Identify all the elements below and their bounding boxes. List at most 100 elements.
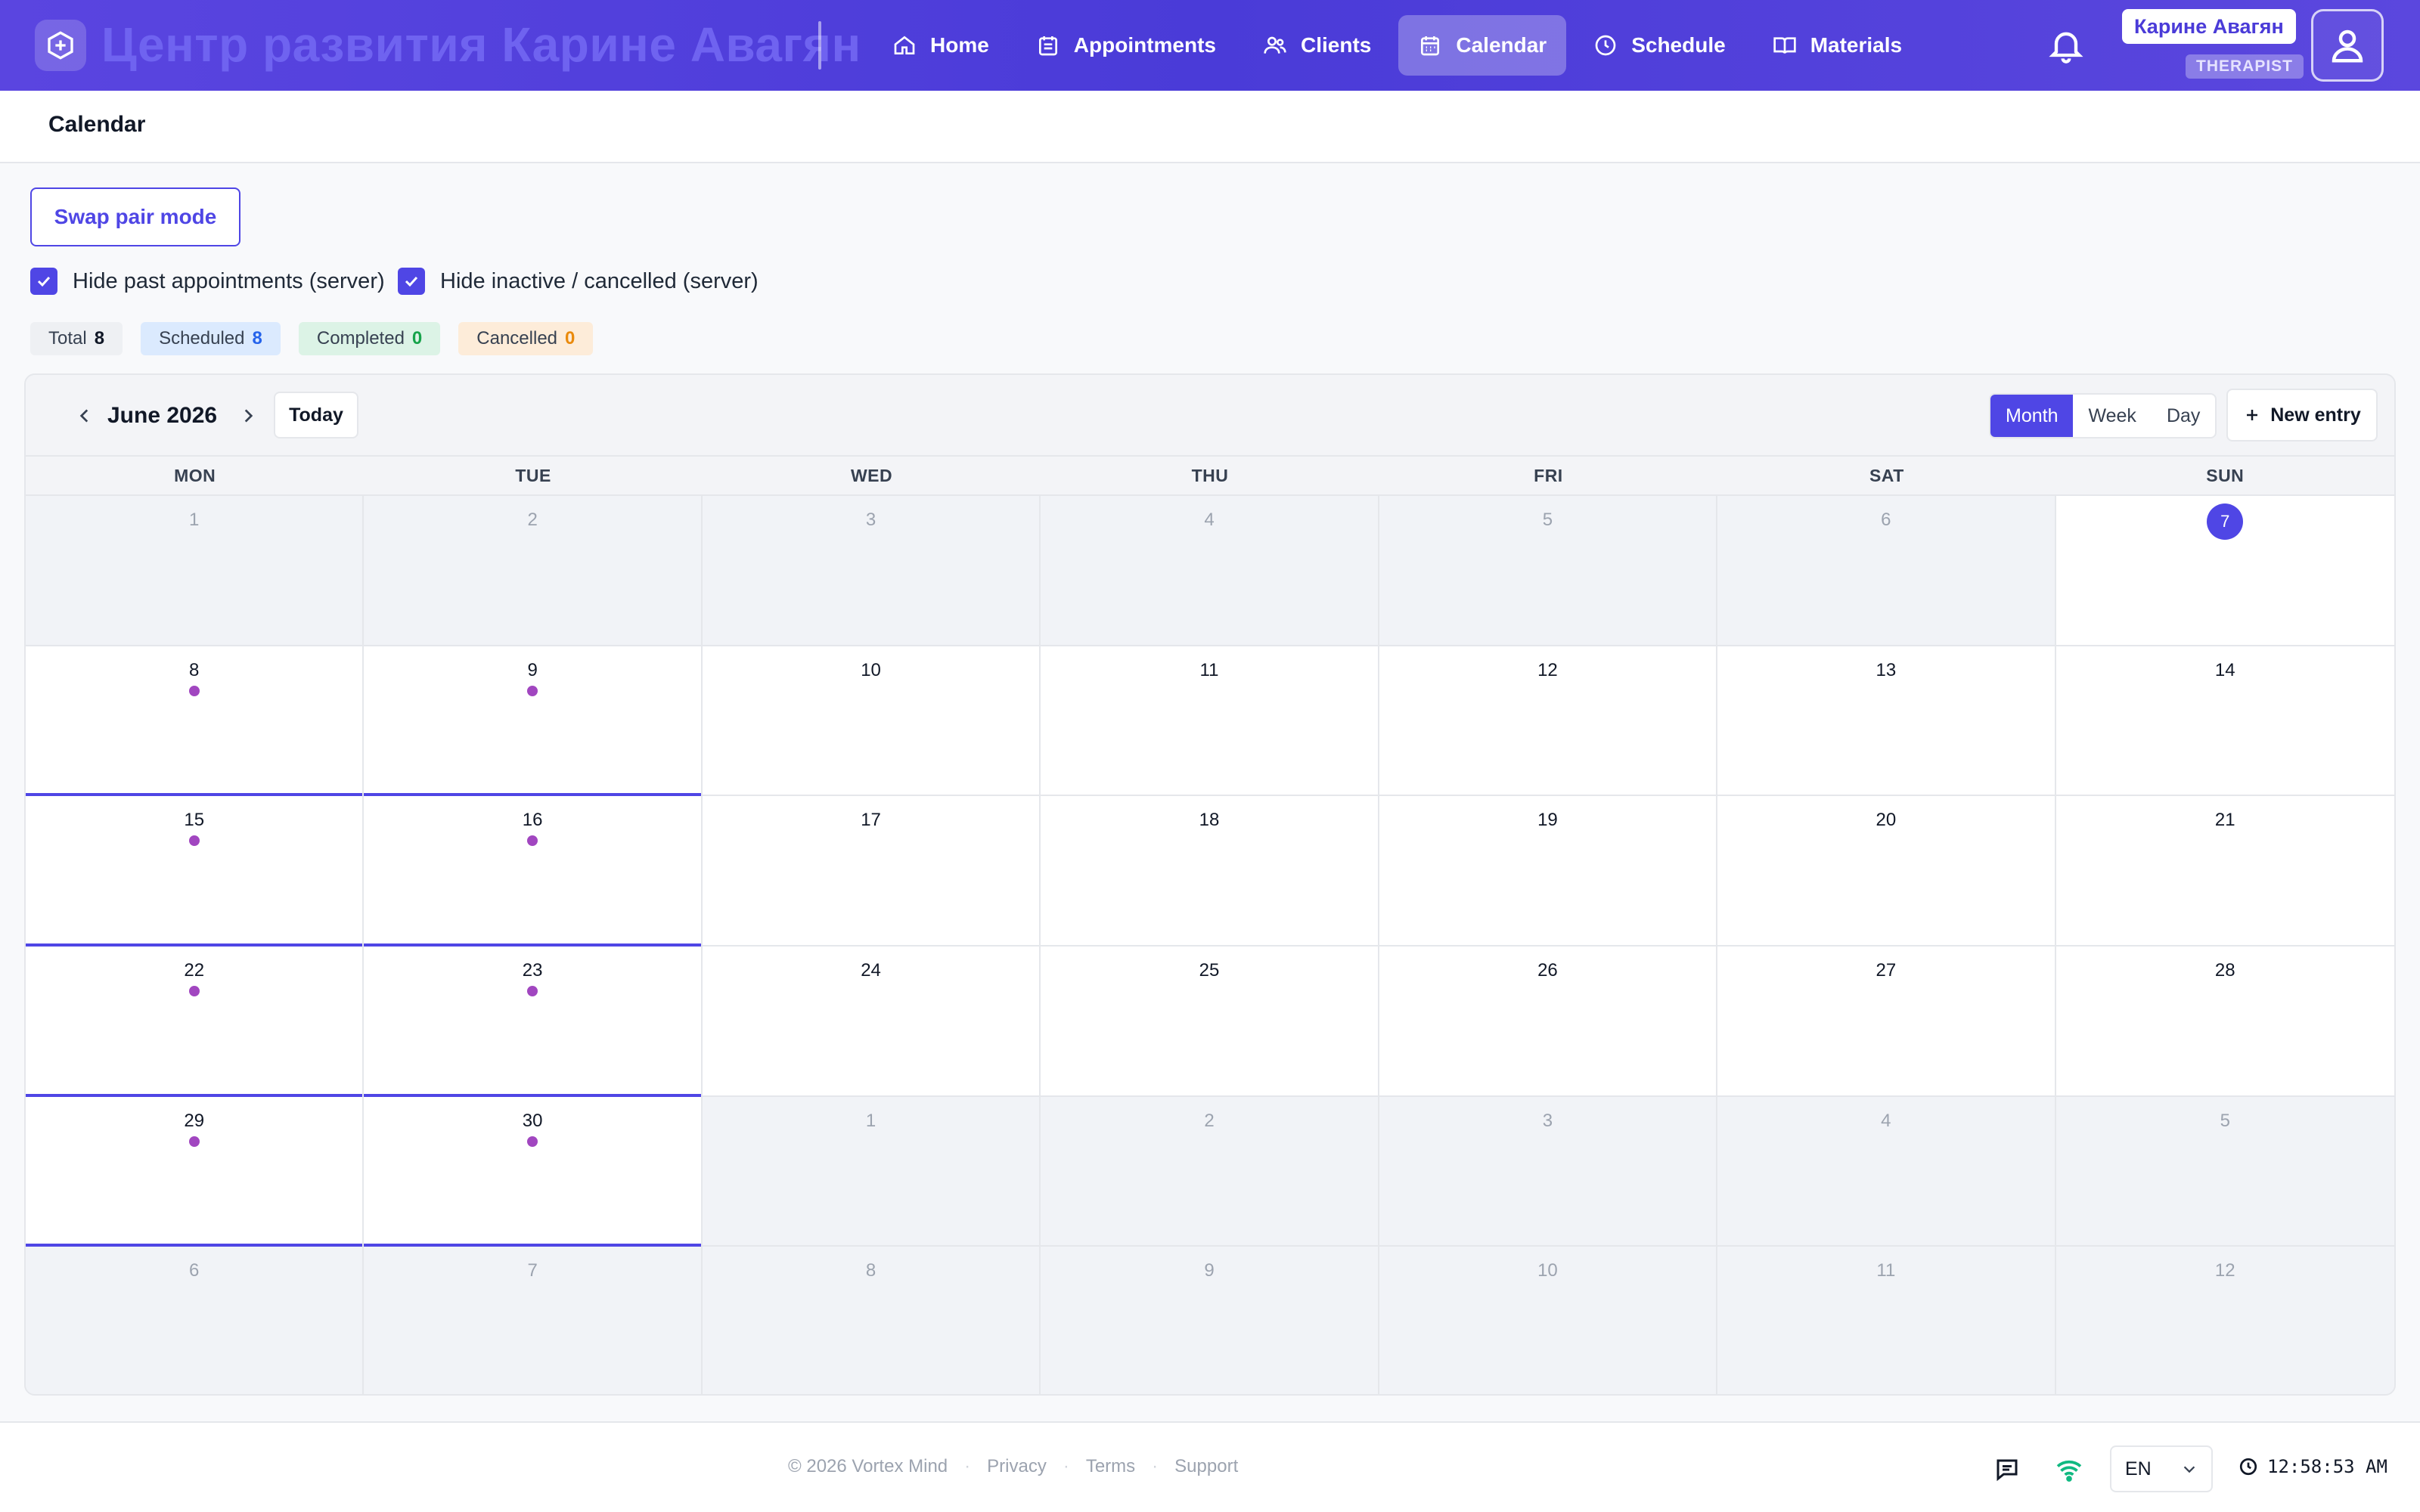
- footer-link-privacy[interactable]: Privacy: [987, 1456, 1047, 1477]
- day-number: 2: [1204, 1110, 1215, 1131]
- user-name-badge[interactable]: Карине Авагян: [2122, 9, 2296, 44]
- appointment-dot[interactable]: [527, 835, 538, 847]
- day-cell[interactable]: 19: [1379, 796, 1718, 947]
- day-cell[interactable]: 17: [702, 796, 1041, 947]
- day-number: 5: [1542, 510, 1553, 530]
- swap-pair-mode-button[interactable]: Swap pair mode: [30, 187, 240, 246]
- day-cell[interactable]: 6: [26, 1247, 365, 1394]
- check-icon: [37, 276, 51, 287]
- hide-past-checkbox-row[interactable]: Hide past appointments (server): [30, 266, 385, 296]
- day-cell[interactable]: 11: [1717, 1247, 2056, 1394]
- day-cell[interactable]: 14: [2055, 646, 2394, 797]
- language-select[interactable]: EN: [2110, 1445, 2213, 1492]
- hide-inactive-checkbox-row[interactable]: Hide inactive / cancelled (server): [398, 266, 759, 296]
- status-summary: Total 8 Scheduled 8 Completed 0 Cancelled 0: [30, 322, 594, 355]
- today-button[interactable]: Today: [274, 392, 358, 438]
- book-icon: [1773, 37, 1796, 54]
- day-cell[interactable]: 16: [364, 796, 703, 947]
- day-cell[interactable]: 4: [1717, 1096, 2056, 1247]
- day-cell[interactable]: 8: [26, 646, 365, 797]
- day-cell[interactable]: 10: [702, 646, 1041, 797]
- appointment-dot[interactable]: [527, 1136, 538, 1147]
- day-cell[interactable]: 23: [364, 947, 703, 1097]
- new-entry-button[interactable]: New entry: [2226, 389, 2378, 442]
- day-cell[interactable]: 1: [26, 496, 365, 646]
- day-cell[interactable]: 9: [1041, 1247, 1379, 1394]
- footer-link-support[interactable]: Support: [1174, 1456, 1238, 1477]
- day-cell[interactable]: 12: [2055, 1247, 2394, 1394]
- appointment-dot[interactable]: [527, 986, 538, 996]
- appointment-dot[interactable]: [188, 1136, 200, 1147]
- stat-completed: Completed 0: [298, 322, 441, 355]
- day-cell[interactable]: 2: [364, 496, 703, 646]
- day-cell[interactable]: 26: [1379, 947, 1718, 1097]
- day-cell[interactable]: 9: [364, 646, 703, 797]
- appointment-dot[interactable]: [188, 835, 200, 847]
- day-cell[interactable]: 28: [2055, 947, 2394, 1097]
- day-number: 8: [189, 659, 200, 680]
- day-cell[interactable]: 15: [26, 796, 365, 947]
- appointment-dot[interactable]: [527, 685, 538, 696]
- footer-link-terms[interactable]: Terms: [1086, 1456, 1135, 1477]
- day-cell[interactable]: 8: [702, 1247, 1041, 1394]
- nav-home[interactable]: Home: [873, 15, 1009, 76]
- hide-past-checkbox[interactable]: [30, 268, 57, 295]
- prev-month-button[interactable]: [68, 398, 101, 434]
- stat-cancelled-value: 0: [565, 328, 576, 349]
- weekday-label: WED: [850, 465, 893, 485]
- day-cell[interactable]: 6: [1717, 496, 2056, 646]
- nav-clients[interactable]: Clients: [1243, 15, 1391, 76]
- view-month-button[interactable]: Month: [1990, 395, 2074, 437]
- day-number: 20: [1876, 810, 1897, 831]
- day-cell[interactable]: 22: [26, 947, 365, 1097]
- notifications-bell-icon[interactable]: [2046, 26, 2086, 65]
- appointment-dot[interactable]: [188, 685, 200, 696]
- day-number: 18: [1199, 810, 1220, 831]
- nav-appointments[interactable]: Appointments: [1016, 15, 1236, 76]
- day-cell[interactable]: 3: [1379, 1096, 1718, 1247]
- wifi-status-icon: [2055, 1456, 2083, 1487]
- brand-title[interactable]: Центр развития Карине Авагян: [101, 17, 861, 73]
- day-cell[interactable]: 21: [2055, 796, 2394, 947]
- day-cell[interactable]: 24: [702, 947, 1041, 1097]
- view-week-button[interactable]: Week: [2073, 395, 2151, 437]
- day-cell[interactable]: 5: [1379, 496, 1718, 646]
- day-cell[interactable]: 7: [2055, 496, 2394, 646]
- users-icon: [1264, 36, 1286, 54]
- stat-completed-label: Completed: [316, 328, 405, 349]
- chat-icon[interactable]: [1993, 1456, 2021, 1487]
- nav-materials[interactable]: Materials: [1753, 15, 1922, 76]
- clock-icon: [1595, 35, 1616, 56]
- day-cell[interactable]: 13: [1717, 646, 2056, 797]
- day-cell[interactable]: 3: [702, 496, 1041, 646]
- day-cell[interactable]: 11: [1041, 646, 1379, 797]
- day-cell[interactable]: 4: [1041, 496, 1379, 646]
- day-number: 19: [1537, 810, 1558, 831]
- user-avatar-button[interactable]: [2311, 9, 2384, 82]
- view-day-button[interactable]: Day: [2152, 395, 2215, 437]
- day-cell[interactable]: 1: [702, 1096, 1041, 1247]
- day-cell[interactable]: 30: [364, 1096, 703, 1247]
- day-cell[interactable]: 12: [1379, 646, 1718, 797]
- day-number: 10: [861, 659, 881, 680]
- day-cell[interactable]: 7: [364, 1247, 703, 1394]
- chevron-left-icon: [79, 409, 88, 423]
- day-cell[interactable]: 20: [1717, 796, 2056, 947]
- day-cell[interactable]: 29: [26, 1096, 365, 1247]
- day-cell[interactable]: 2: [1041, 1096, 1379, 1247]
- day-number: 6: [189, 1260, 200, 1281]
- home-icon: [894, 36, 915, 54]
- next-month-button[interactable]: [231, 398, 265, 434]
- current-month-label: June 2026: [107, 403, 218, 428]
- day-cell[interactable]: 27: [1717, 947, 2056, 1097]
- day-cell[interactable]: 5: [2055, 1096, 2394, 1247]
- nav-calendar[interactable]: Calendar: [1398, 15, 1567, 76]
- hide-inactive-checkbox[interactable]: [398, 268, 425, 295]
- day-cell[interactable]: 25: [1041, 947, 1379, 1097]
- day-cell[interactable]: 18: [1041, 796, 1379, 947]
- check-icon: [405, 276, 418, 287]
- nav-schedule[interactable]: Schedule: [1574, 15, 1745, 76]
- day-cell[interactable]: 10: [1379, 1247, 1718, 1394]
- brand-logo-icon[interactable]: [35, 20, 86, 71]
- appointment-dot[interactable]: [188, 986, 200, 996]
